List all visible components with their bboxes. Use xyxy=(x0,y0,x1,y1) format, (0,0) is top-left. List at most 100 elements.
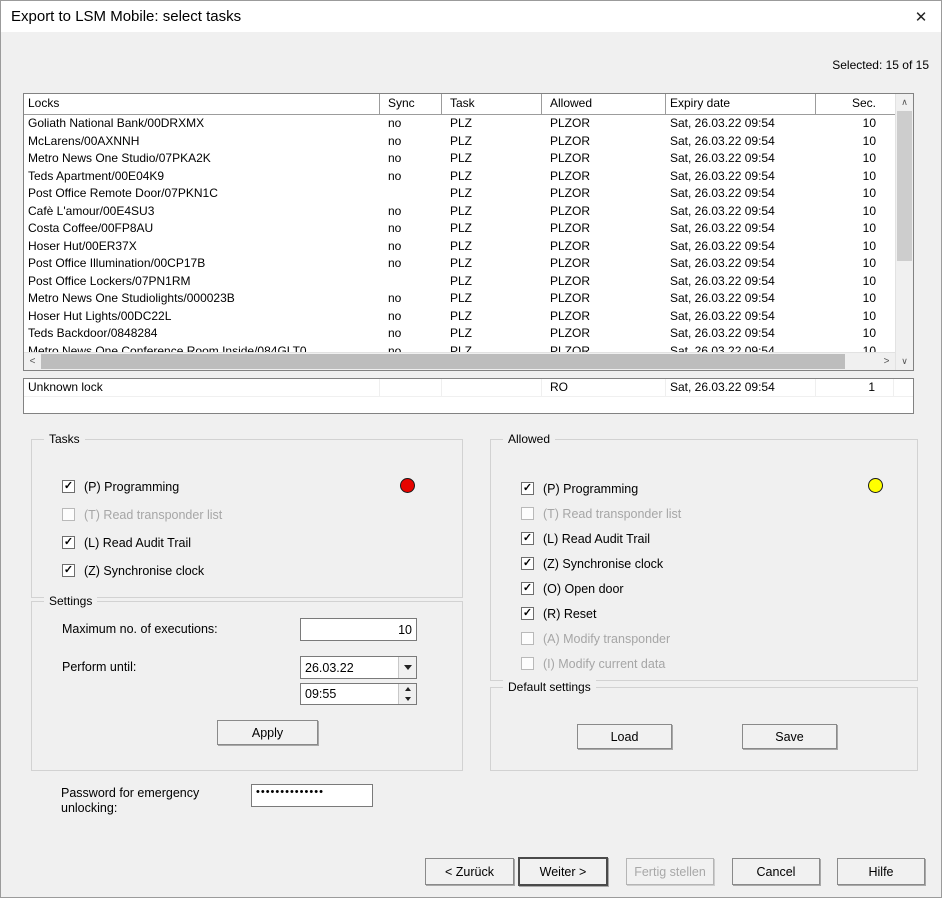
allowed-checkbox-row: ✓ (P) Programming xyxy=(521,481,681,496)
back-button[interactable]: < Zurück xyxy=(425,858,514,885)
scroll-down-icon[interactable]: ∨ xyxy=(896,353,913,370)
vertical-scroll-thumb[interactable] xyxy=(897,111,912,261)
allowed-cell: PLZOR xyxy=(542,203,666,221)
load-button[interactable]: Load xyxy=(577,724,672,749)
horizontal-scroll-thumb[interactable] xyxy=(41,354,845,369)
cancel-button[interactable]: Cancel xyxy=(732,858,820,885)
help-button[interactable]: Hilfe xyxy=(837,858,925,885)
table-row[interactable]: Teds Apartment/00E04K9 no PLZ PLZOR Sat,… xyxy=(24,168,895,186)
table-row[interactable]: Teds Backdoor/0848284 no PLZ PLZOR Sat, … xyxy=(24,325,895,343)
allowed-cell: PLZOR xyxy=(542,115,666,133)
sec-cell: 10 xyxy=(816,168,894,186)
scroll-up-icon[interactable]: ∧ xyxy=(896,94,913,111)
checkbox[interactable]: ✓ xyxy=(521,557,534,570)
task-cell: PLZ xyxy=(442,115,542,133)
table-row[interactable]: Hoser Hut/00ER37X no PLZ PLZOR Sat, 26.0… xyxy=(24,238,895,256)
checkbox[interactable]: ✓ xyxy=(62,480,75,493)
checkbox[interactable]: ✓ xyxy=(521,482,534,495)
sync-cell: no xyxy=(380,150,442,168)
perform-until-label: Perform until: xyxy=(62,660,136,674)
max-executions-input[interactable]: 10 xyxy=(300,618,417,641)
task-cell: PLZ xyxy=(442,325,542,343)
checkbox[interactable]: ✓ xyxy=(521,632,534,645)
column-header-locks[interactable]: Locks xyxy=(24,94,380,114)
table-row[interactable]: Cafè L'amour/00E4SU3 no PLZ PLZOR Sat, 2… xyxy=(24,203,895,221)
task-cell: PLZ xyxy=(442,273,542,291)
expiry-date-cell: Sat, 26.03.22 09:54 xyxy=(666,203,816,221)
apply-button[interactable]: Apply xyxy=(217,720,318,745)
locks-table-body: Goliath National Bank/00DRXMX no PLZ PLZ… xyxy=(24,115,895,352)
emergency-password-input[interactable]: •••••••••••••• xyxy=(251,784,373,807)
sync-cell: no xyxy=(380,325,442,343)
sync-cell: no xyxy=(380,203,442,221)
checkbox[interactable]: ✓ xyxy=(521,607,534,620)
table-row[interactable]: Unknown lock RO Sat, 26.03.22 09:54 1 xyxy=(24,379,913,397)
table-row[interactable]: McLarens/00AXNNH no PLZ PLZOR Sat, 26.03… xyxy=(24,133,895,151)
horizontal-scrollbar[interactable]: < > xyxy=(24,352,895,370)
sync-cell xyxy=(380,185,442,203)
expiry-date-cell: Sat, 26.03.22 09:54 xyxy=(666,379,816,396)
spin-up-button[interactable] xyxy=(399,684,416,694)
checkbox[interactable]: ✓ xyxy=(521,582,534,595)
horizontal-scroll-track[interactable] xyxy=(41,353,878,370)
allowed-cell: PLZOR xyxy=(542,185,666,203)
max-executions-value: 10 xyxy=(398,623,412,637)
lock-name-cell: Metro News One Conference Room Inside/08… xyxy=(24,343,380,353)
checkbox-label: (O) Open door xyxy=(543,582,624,596)
close-icon[interactable]: ✕ xyxy=(911,8,931,26)
dialog-title: Export to LSM Mobile: select tasks xyxy=(11,8,911,25)
expiry-date-cell: Sat, 26.03.22 09:54 xyxy=(666,255,816,273)
check-icon: ✓ xyxy=(64,481,73,492)
column-header-sync[interactable]: Sync xyxy=(380,94,442,114)
table-row[interactable]: Post Office Illumination/00CP17B no PLZ … xyxy=(24,255,895,273)
tasks-groupbox: Tasks ✓ (P) Programming ✓ (T) Read trans… xyxy=(31,439,463,598)
allowed-checkbox-row: ✓ (A) Modify transponder xyxy=(521,631,681,646)
spinner-buttons xyxy=(398,684,416,704)
task-cell: PLZ xyxy=(442,308,542,326)
password-masked-value: •••••••••••••• xyxy=(256,786,324,798)
settings-groupbox: Settings Maximum no. of executions: 10 P… xyxy=(31,601,463,771)
settings-group-title: Settings xyxy=(44,594,97,608)
next-button[interactable]: Weiter > xyxy=(518,857,608,886)
lock-name-cell: Cafè L'amour/00E4SU3 xyxy=(24,203,380,221)
vertical-scroll-track[interactable] xyxy=(896,111,913,353)
table-row[interactable]: Post Office Remote Door/07PKN1C PLZ PLZO… xyxy=(24,185,895,203)
perform-until-date-dropdown[interactable]: 26.03.22 xyxy=(300,656,417,679)
checkbox-label: (L) Read Audit Trail xyxy=(84,536,191,550)
column-header-allowed[interactable]: Allowed xyxy=(542,94,666,114)
checkbox[interactable]: ✓ xyxy=(62,508,75,521)
spacer-cell xyxy=(894,379,911,396)
triangle-down-icon xyxy=(405,697,411,701)
spin-down-button[interactable] xyxy=(399,694,416,704)
checkbox[interactable]: ✓ xyxy=(62,564,75,577)
save-button[interactable]: Save xyxy=(742,724,837,749)
allowed-checkbox-row: ✓ (I) Modify current data xyxy=(521,656,681,671)
scroll-right-icon[interactable]: > xyxy=(878,353,895,370)
checkbox[interactable]: ✓ xyxy=(521,507,534,520)
checkbox[interactable]: ✓ xyxy=(521,657,534,670)
task-cell: PLZ xyxy=(442,150,542,168)
scroll-left-icon[interactable]: < xyxy=(24,353,41,370)
table-row[interactable]: Hoser Hut Lights/00DC22L no PLZ PLZOR Sa… xyxy=(24,308,895,326)
column-header-task[interactable]: Task xyxy=(442,94,542,114)
table-row[interactable]: Post Office Lockers/07PN1RM PLZ PLZOR Sa… xyxy=(24,273,895,291)
allowed-status-indicator-yellow xyxy=(868,478,883,493)
triangle-up-icon xyxy=(405,687,411,691)
vertical-scrollbar[interactable]: ∧ ∨ xyxy=(895,94,913,370)
table-row[interactable]: Goliath National Bank/00DRXMX no PLZ PLZ… xyxy=(24,115,895,133)
table-row[interactable]: Costa Coffee/00FP8AU no PLZ PLZOR Sat, 2… xyxy=(24,220,895,238)
column-header-expiry-date[interactable]: Expiry date xyxy=(666,94,816,114)
table-row[interactable]: Metro News One Studio/07PKA2K no PLZ PLZ… xyxy=(24,150,895,168)
expiry-date-cell: Sat, 26.03.22 09:54 xyxy=(666,150,816,168)
lock-name-cell: Metro News One Studiolights/000023B xyxy=(24,290,380,308)
checkbox[interactable]: ✓ xyxy=(62,536,75,549)
table-row[interactable]: Metro News One Studiolights/000023B no P… xyxy=(24,290,895,308)
allowed-cell: PLZOR xyxy=(542,220,666,238)
dropdown-button[interactable] xyxy=(398,657,416,678)
allowed-checkbox-row: ✓ (Z) Synchronise clock xyxy=(521,556,681,571)
perform-until-time-spinner[interactable]: 09:55 xyxy=(300,683,417,705)
table-row[interactable]: Metro News One Conference Room Inside/08… xyxy=(24,343,895,353)
column-header-sec[interactable]: Sec. xyxy=(816,94,894,114)
checkbox[interactable]: ✓ xyxy=(521,532,534,545)
finish-button: Fertig stellen xyxy=(626,858,714,885)
